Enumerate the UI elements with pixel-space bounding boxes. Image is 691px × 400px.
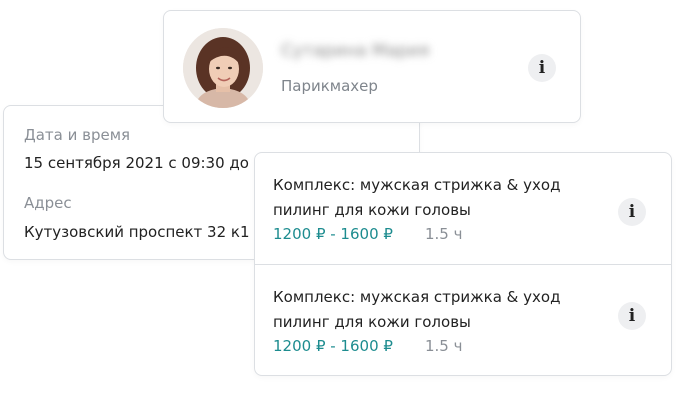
services-card: Комплекс: мужская стрижка & уход пилинг … (254, 152, 672, 376)
service-title: Комплекс: мужская стрижка & уход пилинг … (273, 288, 561, 331)
service-info-button[interactable]: i (618, 198, 646, 226)
service-row: Комплекс: мужская стрижка & уход пилинг … (255, 264, 671, 376)
master-card: Сутарина Мария Парикмахер i (163, 10, 581, 123)
address-value: Кутузовский проспект 32 к1 (24, 223, 250, 241)
service-duration: 1.5 ч (425, 337, 463, 355)
avatar-photo (183, 28, 263, 108)
service-price: 1200 ₽ - 1600 ₽ (273, 337, 393, 355)
service-info-button[interactable]: i (618, 302, 646, 330)
service-title: Комплекс: мужская стрижка & уход пилинг … (273, 176, 561, 219)
service-row: Комплекс: мужская стрижка & уход пилинг … (255, 153, 671, 265)
master-role: Парикмахер (281, 77, 378, 95)
master-info-button[interactable]: i (528, 54, 556, 82)
service-price: 1200 ₽ - 1600 ₽ (273, 225, 393, 243)
avatar (183, 28, 263, 108)
address-label: Адрес (24, 194, 72, 212)
master-name: Сутарина Мария (281, 41, 430, 61)
datetime-label: Дата и время (24, 126, 131, 144)
service-duration: 1.5 ч (425, 225, 463, 243)
datetime-value: 15 сентября 2021 с 09:30 до (24, 154, 249, 172)
